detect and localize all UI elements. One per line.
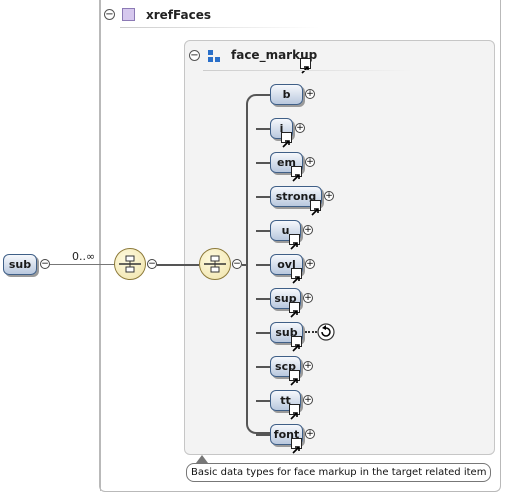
collapse-outer-compositor-button[interactable]: − — [147, 259, 157, 269]
expand-scp-button[interactable]: + — [303, 361, 313, 371]
expand-em-button[interactable]: + — [305, 157, 315, 167]
root-connector-line — [50, 264, 116, 265]
expand-i-button[interactable]: + — [295, 123, 305, 133]
group-title: xrefFaces — [146, 8, 212, 22]
inner-title-underline — [203, 70, 413, 71]
collapse-inner-compositor-button[interactable]: − — [232, 259, 242, 269]
child-connector — [256, 230, 270, 232]
sequence-icon — [204, 255, 226, 273]
child-connector — [256, 196, 270, 198]
sequence-compositor-outer[interactable] — [114, 248, 146, 280]
expand-ovl-button[interactable]: + — [305, 259, 315, 269]
root-element-sub[interactable]: sub — [3, 254, 37, 275]
reference-arrow-icon[interactable] — [281, 132, 292, 148]
expand-b-button[interactable]: + — [305, 89, 315, 99]
reference-arrow-icon[interactable] — [300, 58, 311, 74]
child-connector — [256, 332, 270, 334]
reference-arrow-icon[interactable] — [291, 268, 302, 284]
child-connector — [256, 298, 270, 300]
child-element-b[interactable]: b — [270, 84, 303, 105]
occurrence-label: 0..∞ — [72, 250, 96, 263]
sequence-icon — [119, 255, 141, 273]
expand-sup-button[interactable]: + — [303, 293, 313, 303]
connector-line — [157, 264, 199, 266]
recursion-icon[interactable] — [317, 323, 335, 345]
expand-font-button[interactable]: + — [305, 429, 315, 439]
recursion-dots — [305, 331, 317, 333]
expand-tt-button[interactable]: + — [303, 395, 313, 405]
reference-arrow-icon[interactable] — [310, 200, 321, 216]
group-title-underline — [120, 27, 320, 28]
child-connector — [256, 400, 270, 402]
tooltip-pointer — [196, 455, 208, 463]
collapse-root-button[interactable]: − — [40, 259, 50, 269]
sequence-compositor-inner[interactable] — [199, 248, 231, 280]
child-connector — [256, 162, 270, 164]
expand-strong-button[interactable]: + — [324, 191, 334, 201]
reference-arrow-icon[interactable] — [289, 234, 300, 250]
child-connector — [256, 264, 270, 266]
documentation-tooltip: Basic data types for face markup in the … — [186, 463, 492, 482]
child-connector — [256, 128, 270, 130]
child-connector — [256, 366, 270, 368]
child-connector — [256, 434, 270, 436]
reference-arrow-icon[interactable] — [289, 370, 300, 386]
expand-u-button[interactable]: + — [303, 225, 313, 235]
face-markup-group — [184, 40, 495, 455]
collapse-xref-faces-button[interactable]: − — [104, 9, 115, 20]
reference-arrow-icon[interactable] — [289, 404, 300, 420]
reference-arrow-icon[interactable] — [291, 166, 302, 182]
child-connector — [256, 94, 270, 96]
reference-arrow-icon[interactable] — [291, 336, 302, 352]
collapse-face-markup-button[interactable]: − — [189, 50, 200, 61]
reference-arrow-icon[interactable] — [291, 438, 302, 454]
model-group-icon — [208, 50, 220, 62]
reference-arrow-icon[interactable] — [289, 302, 300, 318]
group-icon — [122, 8, 135, 21]
